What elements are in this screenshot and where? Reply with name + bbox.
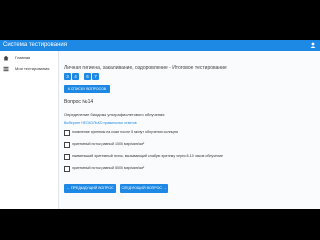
question-number-button[interactable]: 7 <box>92 73 99 80</box>
main-content: Личная гигиена, закаливание, оздоровлени… <box>58 51 320 209</box>
page-title: Личная гигиена, закаливание, оздоровлени… <box>64 65 227 71</box>
sidebar-item-home[interactable]: Главная <box>0 53 58 63</box>
sidebar-item-my-tests[interactable]: Мои тестирования <box>0 64 58 74</box>
answer-option-text: эритемный поток равный 5000 мэр/мин/см² <box>72 166 145 170</box>
next-question-button[interactable]: СЛЕДУЮЩИЙ ВОПРОС → <box>120 184 168 193</box>
checkbox[interactable] <box>64 166 70 172</box>
top-bar: Система тестирования <box>0 40 320 51</box>
sidebar: Главная Мои тестирования <box>0 51 59 209</box>
sidebar-item-label: Главная <box>15 55 31 60</box>
user-icon[interactable] <box>310 42 316 48</box>
checkbox[interactable] <box>64 142 70 148</box>
answer-option[interactable]: эритемный поток равный 1000 мэр/мин/см² <box>64 141 264 149</box>
checkbox[interactable] <box>64 154 70 160</box>
checkbox[interactable] <box>64 130 70 136</box>
question-list-button[interactable]: К СПИСКУ ВОПРОСОВ <box>64 85 110 93</box>
answer-hint: Выберите НЕСКОЛЬКО правильных ответов <box>64 121 137 125</box>
answer-option[interactable]: эритемный поток равный 5000 мэр/мин/см² <box>64 165 264 173</box>
sidebar-item-label: Мои тестирования <box>15 66 50 71</box>
list-icon <box>3 66 9 72</box>
answer-option[interactable]: наименьший эритемный поток, вызывающий с… <box>64 153 264 161</box>
question-text: Определение биодозы ультрафиолетового об… <box>64 112 165 117</box>
answer-option-text: появление эритемы на коже после 5 минут … <box>72 130 178 134</box>
question-number-button[interactable]: 4 <box>72 73 79 80</box>
previous-question-button[interactable]: ← ПРЕДЫДУЩИЙ ВОПРОС <box>64 184 116 193</box>
question-number-button[interactable]: 3 <box>64 73 71 80</box>
answer-option-text: эритемный поток равный 1000 мэр/мин/см² <box>72 142 145 146</box>
answer-option[interactable]: появление эритемы на коже после 5 минут … <box>64 129 264 137</box>
home-icon <box>3 55 9 61</box>
app-title: Система тестирования <box>3 42 67 48</box>
question-label: Вопрос №14 <box>64 99 94 105</box>
app-screen: Система тестирования Главная Мои тестиро… <box>0 40 320 209</box>
answer-option-text: наименьший эритемный поток, вызывающий с… <box>72 154 224 158</box>
question-number-button[interactable]: 6 <box>84 73 91 80</box>
